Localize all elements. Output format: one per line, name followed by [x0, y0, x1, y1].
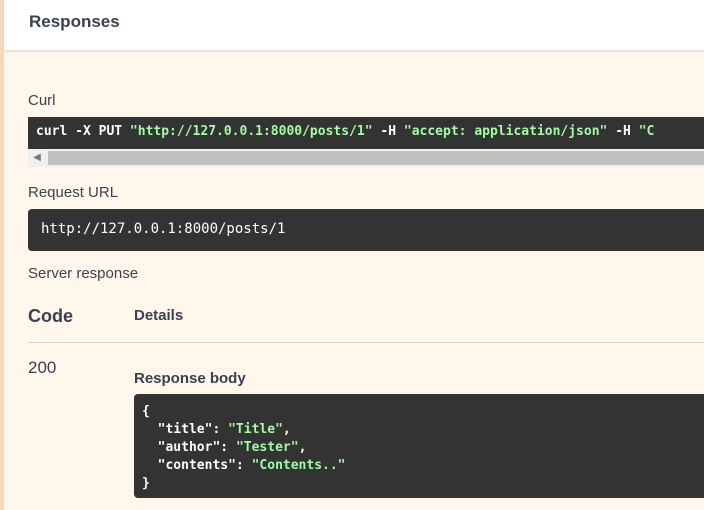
scroll-left-arrow-icon[interactable]: ◀ [28, 149, 46, 167]
table-divider [28, 342, 704, 343]
curl-cmd: curl -X PUT [36, 124, 130, 139]
scrollbar-thumb[interactable] [48, 151, 704, 165]
request-url-value: http://127.0.0.1:8000/posts/1 [41, 221, 286, 237]
json-key-title: "title" [157, 422, 213, 437]
curl-url: "http://127.0.0.1:8000/posts/1" [129, 124, 373, 139]
response-body-label: Response body [134, 370, 246, 387]
response-code: 200 [28, 358, 57, 377]
json-close-brace: } [142, 476, 150, 491]
request-url-label: Request URL [28, 184, 119, 201]
curl-flag-1: -H [372, 124, 404, 139]
json-value-author: "Tester" [235, 440, 299, 455]
response-body-box[interactable]: { "title": "Title", "author": "Tester", … [134, 394, 704, 498]
responses-title: Responses [29, 12, 120, 31]
curl-horizontal-scrollbar[interactable]: ◀ [28, 149, 704, 167]
code-column-header: Code [28, 306, 73, 326]
responses-header: Responses [4, 0, 704, 51]
json-value-title: "Title" [228, 422, 283, 437]
request-url-box[interactable]: http://127.0.0.1:8000/posts/1 [28, 209, 704, 251]
curl-content-type-header: "C [638, 124, 655, 139]
details-column-header: Details [134, 307, 184, 324]
curl-command-box[interactable]: curl -X PUT "http://127.0.0.1:8000/posts… [28, 117, 704, 149]
server-response-label: Server response [28, 265, 139, 282]
response-body-json: { "title": "Title", "author": "Tester", … [142, 404, 346, 491]
json-open-brace: { [142, 404, 150, 419]
curl-accept-header: "accept: application/json" [403, 124, 608, 139]
left-border [0, 0, 4, 510]
curl-label: Curl [28, 92, 56, 109]
json-key-contents: "contents" [157, 458, 236, 473]
curl-command: curl -X PUT "http://127.0.0.1:8000/posts… [36, 124, 654, 139]
curl-flag-2: -H [607, 124, 639, 139]
json-value-contents: "Contents.." [251, 458, 346, 473]
json-key-author: "author" [157, 440, 221, 455]
